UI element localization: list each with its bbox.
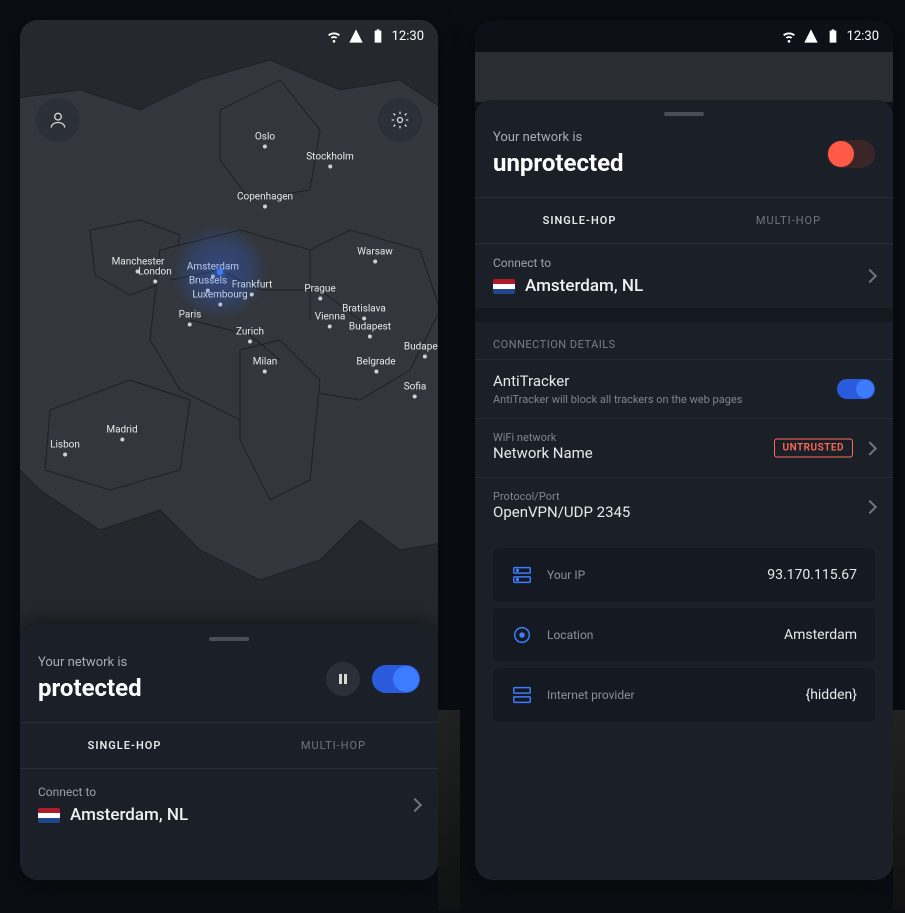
isp-value: {hidden} — [805, 687, 857, 703]
network-label: Your network is — [38, 655, 142, 670]
person-icon — [48, 110, 68, 130]
status-time: 12:30 — [847, 29, 879, 44]
expanded-panel[interactable]: Your network is unprotected SINGLE-HOP M… — [475, 100, 893, 880]
wifi-icon — [781, 28, 797, 44]
location-icon — [511, 624, 533, 646]
drag-handle[interactable] — [209, 637, 249, 641]
bottom-panel[interactable]: Your network is protected SINGLE-HOP MUL… — [20, 625, 438, 880]
connect-to-row[interactable]: Connect to Amsterdam, NL — [475, 244, 893, 308]
gear-icon — [390, 110, 410, 130]
antitracker-title: AntiTracker — [493, 372, 875, 390]
ip-value: 93.170.115.67 — [767, 567, 857, 583]
city-label: Bratislava — [342, 304, 386, 321]
signal-icon — [803, 28, 819, 44]
city-label: Prague — [304, 284, 335, 301]
section-connection-details: CONNECTION DETAILS — [475, 322, 893, 359]
connect-to-row[interactable]: Connect to Amsterdam, NL — [20, 769, 438, 845]
server-icon — [511, 564, 533, 586]
city-label: Stockholm — [306, 152, 354, 169]
city-label: Madrid — [106, 425, 137, 442]
wifi-icon — [326, 28, 342, 44]
location-value: Amsterdam — [784, 627, 857, 643]
tab-single-hop[interactable]: SINGLE-HOP — [475, 198, 684, 243]
untrusted-badge: UNTRUSTED — [774, 439, 853, 458]
network-label: Your network is — [493, 130, 624, 145]
city-label: Copenhagen — [237, 192, 293, 209]
network-status: unprotected — [493, 149, 624, 177]
tab-multi-hop[interactable]: MULTI-HOP — [684, 198, 893, 243]
phone-shadow — [438, 710, 460, 910]
wifi-row[interactable]: WiFi network Network Name UNTRUSTED — [475, 418, 893, 477]
drag-handle[interactable] — [664, 112, 704, 116]
antitracker-desc: AntiTracker will block all trackers on t… — [493, 393, 875, 406]
connect-location: Amsterdam, NL — [525, 276, 643, 296]
flag-nl-icon — [38, 808, 60, 823]
network-status-row: Your network is protected — [20, 649, 438, 723]
connect-label: Connect to — [38, 785, 188, 799]
city-label: Lisbon — [50, 440, 80, 457]
protocol-label: Protocol/Port — [493, 490, 875, 503]
network-status-row: Your network is unprotected — [475, 124, 893, 198]
pause-button[interactable] — [326, 662, 360, 696]
city-label: Oslo — [255, 132, 275, 149]
location-label: Location — [547, 628, 593, 642]
connection-toggle[interactable] — [372, 665, 420, 693]
hop-tabs: SINGLE-HOP MULTI-HOP — [475, 198, 893, 244]
chevron-right-icon — [863, 441, 877, 455]
chevron-right-icon — [863, 500, 877, 514]
city-label: Belgrade — [356, 357, 395, 374]
signal-icon — [348, 28, 364, 44]
antitracker-row: AntiTracker AntiTracker will block all t… — [475, 359, 893, 418]
hop-tabs: SINGLE-HOP MULTI-HOP — [20, 723, 438, 769]
city-label: London — [138, 267, 171, 284]
city-label: Sofia — [404, 382, 427, 399]
account-button[interactable] — [36, 98, 80, 142]
ip-label: Your IP — [547, 568, 585, 582]
city-label: Budapest — [404, 342, 438, 359]
chevron-right-icon — [863, 269, 877, 283]
connection-halo — [174, 226, 266, 318]
protocol-value: OpenVPN/UDP 2345 — [493, 503, 875, 521]
phone-right: 12:30 Your network is unprotected SINGLE… — [475, 20, 893, 880]
map-strip — [475, 52, 893, 102]
provider-icon — [511, 684, 533, 706]
city-label: Zurich — [236, 327, 264, 344]
network-status: protected — [38, 674, 142, 702]
tab-multi-hop[interactable]: MULTI-HOP — [229, 723, 438, 768]
isp-card: Internet provider {hidden} — [493, 668, 875, 722]
connection-toggle[interactable] — [827, 140, 875, 168]
isp-label: Internet provider — [547, 688, 635, 702]
connect-label: Connect to — [493, 256, 643, 270]
tab-single-hop[interactable]: SINGLE-HOP — [20, 723, 229, 768]
settings-button[interactable] — [378, 98, 422, 142]
pause-icon — [337, 673, 349, 685]
status-bar: 12:30 — [475, 20, 893, 52]
status-bar: 12:30 — [20, 20, 438, 52]
city-label: Vienna — [315, 312, 346, 329]
city-label: Warsaw — [357, 247, 393, 264]
chevron-right-icon — [408, 798, 422, 812]
status-time: 12:30 — [392, 29, 424, 44]
phone-shadow — [893, 710, 905, 910]
battery-icon — [370, 28, 386, 44]
city-label: Budapest — [349, 322, 391, 339]
battery-icon — [825, 28, 841, 44]
protocol-row[interactable]: Protocol/Port OpenVPN/UDP 2345 — [475, 477, 893, 536]
phone-left: OsloStockholmCopenhagenManchesterLondonA… — [20, 20, 438, 880]
location-card: Location Amsterdam — [493, 608, 875, 662]
antitracker-toggle[interactable] — [837, 379, 875, 399]
city-label: Milan — [253, 357, 278, 374]
info-cards: Your IP 93.170.115.67 Location Amsterdam… — [475, 536, 893, 740]
ip-card: Your IP 93.170.115.67 — [493, 548, 875, 602]
flag-nl-icon — [493, 279, 515, 294]
connect-location: Amsterdam, NL — [70, 805, 188, 825]
